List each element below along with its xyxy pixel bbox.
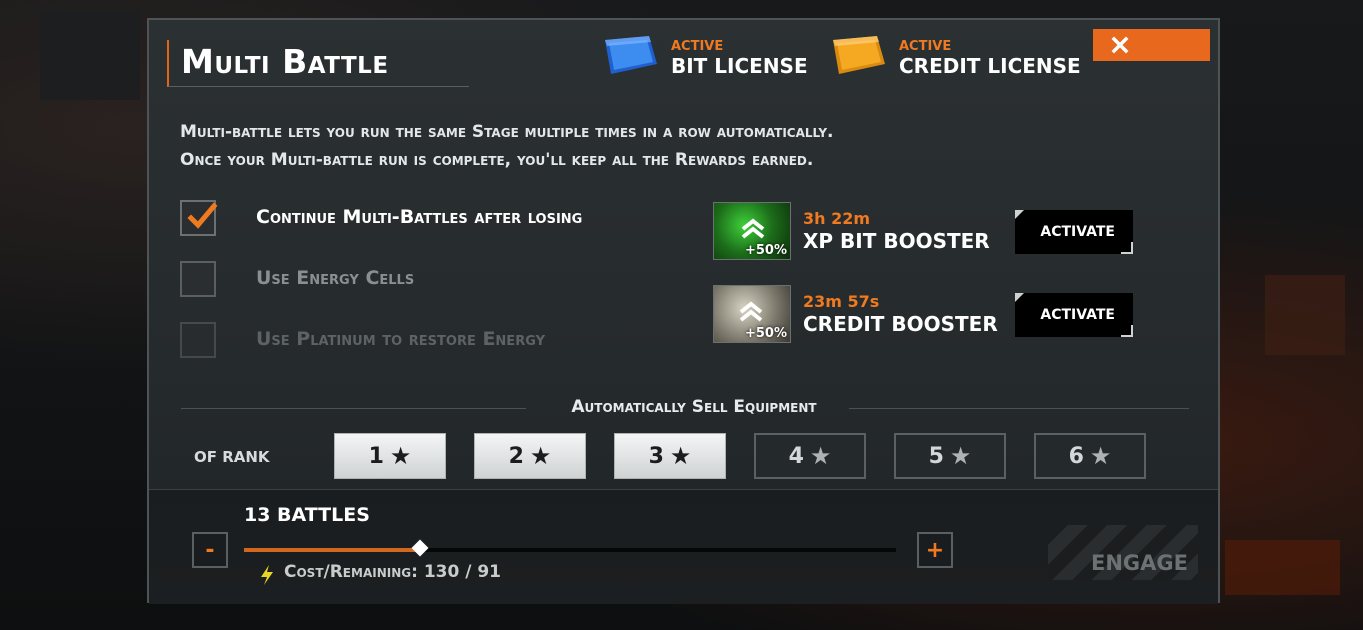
- rank-6-button[interactable]: 6 ★: [1034, 433, 1146, 479]
- bit-license: ACTIVE BIT LICENSE: [599, 34, 808, 84]
- star-icon: ★: [389, 442, 412, 470]
- battle-count-panel: 13 BATTLES - + Cost/Remaining: 130 / 91 …: [149, 489, 1218, 604]
- credit-license-status: ACTIVE: [899, 39, 952, 54]
- chevron-up-icon: [741, 218, 765, 239]
- continue-after-losing-label: Continue Multi-Battles after losing: [256, 206, 583, 228]
- continue-after-losing-checkbox[interactable]: [180, 200, 218, 236]
- divider-right: [849, 408, 1189, 409]
- xp-bit-booster-name: XP BIT BOOSTER: [803, 229, 990, 253]
- rank-1-label: 1: [368, 443, 384, 469]
- rank-6-label: 6: [1068, 443, 1084, 469]
- activate-credit-booster-button[interactable]: ACTIVATE: [1015, 293, 1133, 337]
- close-button[interactable]: [1093, 29, 1210, 61]
- title-bar: Multi Battle: [167, 40, 469, 87]
- rank-1-button[interactable]: 1 ★: [334, 433, 446, 479]
- bit-license-name: BIT LICENSE: [671, 54, 808, 78]
- slider-thumb[interactable]: [411, 539, 429, 557]
- star-icon: ★: [529, 442, 552, 470]
- star-icon: ★: [949, 442, 972, 470]
- bit-license-icon: [605, 36, 657, 74]
- cost-remaining: Cost/Remaining: 130 / 91: [284, 562, 502, 582]
- auto-sell-title: Automatically Sell Equipment: [571, 397, 817, 417]
- background-panel: [1265, 275, 1345, 355]
- rank-5-button[interactable]: 5 ★: [894, 433, 1006, 479]
- increase-battles-button[interactable]: +: [917, 532, 953, 568]
- dialog-title: Multi Battle: [181, 42, 389, 81]
- star-icon: ★: [1089, 442, 1112, 470]
- close-icon: [1111, 36, 1129, 54]
- star-icon: ★: [669, 442, 692, 470]
- bit-license-status: ACTIVE: [671, 39, 724, 54]
- credit-booster-name: CREDIT BOOSTER: [803, 312, 998, 336]
- xp-bit-booster-bonus: +50%: [744, 243, 787, 258]
- description: Multi-battle lets you run the same Stage…: [180, 118, 833, 174]
- credit-license-icon: [833, 36, 885, 74]
- credit-booster-bonus: +50%: [744, 326, 787, 341]
- background-button: [1225, 540, 1340, 595]
- credit-booster-timer: 23m 57s: [803, 292, 880, 311]
- battle-count-label: 13 BATTLES: [244, 504, 370, 526]
- rank-5-label: 5: [928, 443, 944, 469]
- rank-3-label: 3: [648, 443, 664, 469]
- chevron-up-icon: [739, 301, 763, 322]
- credit-booster-icon: +50%: [713, 285, 791, 343]
- star-icon: ★: [809, 442, 832, 470]
- battle-count-slider[interactable]: [244, 539, 896, 557]
- rank-4-button[interactable]: 4 ★: [754, 433, 866, 479]
- description-line-2: Once your Multi-battle run is complete, …: [180, 150, 814, 170]
- checkmark-icon: [187, 202, 218, 229]
- rank-4-label: 4: [788, 443, 804, 469]
- divider-left: [181, 408, 526, 409]
- credit-license: ACTIVE CREDIT LICENSE: [827, 34, 1081, 84]
- rank-label: OF RANK: [194, 448, 270, 466]
- use-energy-cells-checkbox[interactable]: [180, 261, 216, 297]
- xp-bit-booster-icon: +50%: [713, 202, 791, 260]
- use-platinum-label: Use Platinum to restore Energy: [256, 328, 545, 350]
- rank-2-button[interactable]: 2 ★: [474, 433, 586, 479]
- decrease-battles-button[interactable]: -: [192, 532, 228, 568]
- multi-battle-dialog: Multi Battle ACTIVE BIT LICENSE ACTIVE C…: [147, 18, 1220, 604]
- rank-3-button[interactable]: 3 ★: [614, 433, 726, 479]
- lightning-icon: [261, 565, 273, 585]
- use-platinum-checkbox[interactable]: [180, 322, 216, 358]
- rank-2-label: 2: [508, 443, 524, 469]
- activate-xp-bit-booster-button[interactable]: ACTIVATE: [1015, 210, 1133, 254]
- background-portrait: [40, 10, 140, 100]
- slider-fill: [244, 548, 421, 552]
- description-line-1: Multi-battle lets you run the same Stage…: [180, 122, 834, 142]
- xp-bit-booster-timer: 3h 22m: [803, 209, 871, 228]
- use-energy-cells-label: Use Energy Cells: [256, 267, 415, 289]
- engage-button[interactable]: ENGAGE: [1048, 525, 1198, 580]
- credit-license-name: CREDIT LICENSE: [899, 54, 1081, 78]
